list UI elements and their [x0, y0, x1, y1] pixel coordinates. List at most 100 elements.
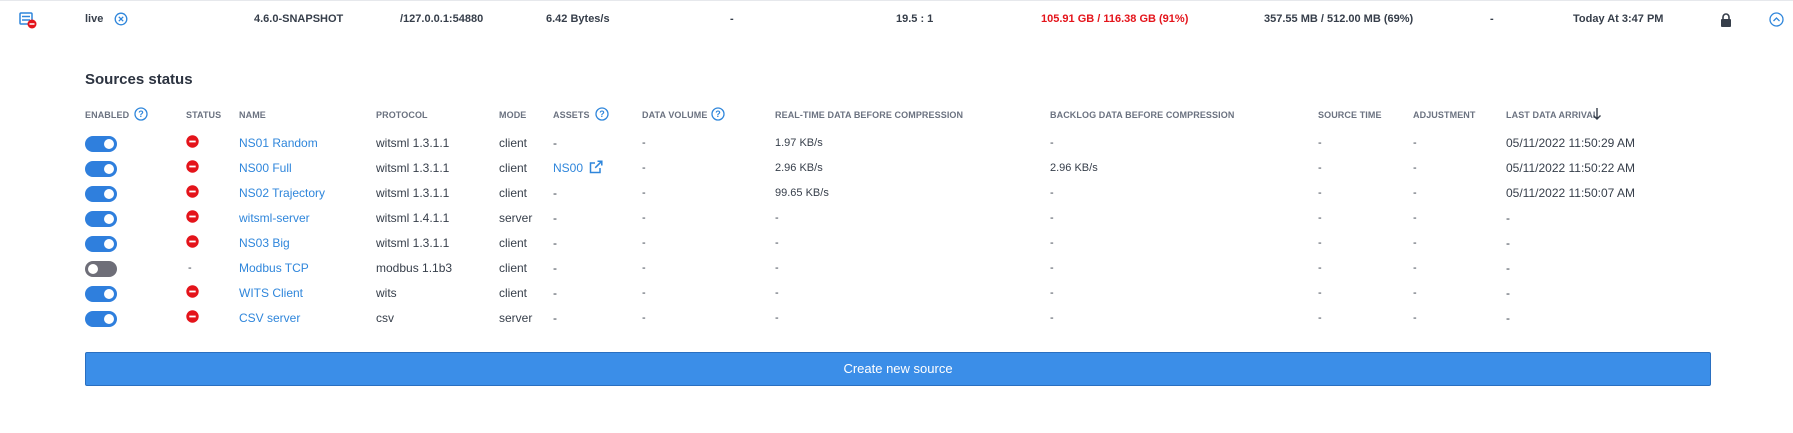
- svg-text:?: ?: [715, 109, 721, 119]
- arrow-down-icon[interactable]: [1592, 107, 1602, 121]
- summary-column-9: -: [1490, 13, 1494, 25]
- source-data-volume: -: [642, 162, 646, 174]
- col-header-data-volume: DATA VOLUME: [642, 110, 708, 120]
- source-name-link[interactable]: NS03 Big: [239, 236, 290, 250]
- svg-text:?: ?: [599, 109, 605, 119]
- source-adjustment: -: [1413, 312, 1417, 324]
- source-adjustment: -: [1413, 212, 1417, 224]
- source-name-link[interactable]: Modbus TCP: [239, 261, 309, 275]
- source-protocol: witsml 1.3.1.1: [376, 161, 450, 175]
- source-adjustment: -: [1413, 287, 1417, 299]
- source-mode: client: [499, 161, 528, 175]
- source-backlog: -: [1050, 237, 1054, 249]
- source-name-link[interactable]: NS00 Full: [239, 161, 292, 175]
- table-row: NS00 Full witsml 1.3.1.1 client NS00 - 2.96 K…: [0, 155, 1793, 180]
- source-last-arrival: -: [1506, 211, 1510, 225]
- source-backlog: -: [1050, 287, 1054, 299]
- source-protocol: csv: [376, 311, 394, 325]
- source-data-volume: -: [642, 187, 646, 199]
- source-assets[interactable]: NS00: [553, 161, 583, 175]
- source-backlog: -: [1050, 187, 1054, 199]
- enabled-toggle[interactable]: [85, 161, 117, 177]
- source-name-link[interactable]: CSV server: [239, 311, 300, 325]
- last-update: Today At 3:47 PM: [1573, 13, 1664, 25]
- enabled-toggle[interactable]: [85, 211, 117, 227]
- help-circle-icon[interactable]: ?: [711, 107, 725, 121]
- source-realtime: -: [775, 287, 779, 299]
- error-circle-icon: [186, 235, 199, 248]
- source-name-link[interactable]: NS02 Trajectory: [239, 186, 325, 200]
- table-row: NS01 Random witsml 1.3.1.1 client - - 1.97 KB…: [0, 130, 1793, 155]
- source-adjustment: -: [1413, 237, 1417, 249]
- source-last-arrival: -: [1506, 311, 1510, 325]
- external-link-icon[interactable]: [589, 160, 603, 174]
- source-time: -: [1318, 312, 1322, 324]
- toggle-knob: [104, 189, 114, 199]
- table-row: - Modbus TCP modbus 1.1b3 client - - - - - - -: [0, 255, 1793, 280]
- col-header-backlog: BACKLOG DATA BEFORE COMPRESSION: [1050, 110, 1235, 120]
- error-circle-icon: [186, 135, 199, 148]
- source-assets: -: [553, 186, 557, 200]
- server-version: 4.6.0-SNAPSHOT: [254, 13, 344, 25]
- source-data-volume: -: [642, 262, 646, 274]
- source-realtime: -: [775, 212, 779, 224]
- col-header-adjustment: ADJUSTMENT: [1413, 110, 1476, 120]
- source-adjustment: -: [1413, 162, 1417, 174]
- source-assets: -: [553, 211, 557, 225]
- source-last-arrival: -: [1506, 261, 1510, 275]
- toggle-knob: [88, 264, 98, 274]
- error-circle-icon: [186, 185, 199, 198]
- col-header-last-arrival[interactable]: LAST DATA ARRIVAL: [1506, 110, 1599, 120]
- source-time: -: [1318, 262, 1322, 274]
- col-header-enabled: ENABLED: [85, 110, 130, 120]
- server-error-icon[interactable]: [19, 12, 37, 29]
- source-realtime: -: [775, 262, 779, 274]
- enabled-toggle[interactable]: [85, 136, 117, 152]
- source-realtime: -: [775, 312, 779, 324]
- col-header-protocol: PROTOCOL: [376, 110, 428, 120]
- source-last-arrival: -: [1506, 236, 1510, 250]
- chevron-up-circle-icon[interactable]: [1769, 12, 1784, 27]
- source-assets: -: [553, 311, 557, 325]
- source-adjustment: -: [1413, 137, 1417, 149]
- memory-usage: 357.55 MB / 512.00 MB (69%): [1264, 13, 1414, 25]
- source-protocol: witsml 1.4.1.1: [376, 211, 450, 225]
- source-name-link[interactable]: WITS Client: [239, 286, 303, 300]
- enabled-toggle[interactable]: [85, 311, 117, 327]
- source-protocol: modbus 1.1b3: [376, 261, 453, 275]
- source-data-volume: -: [642, 287, 646, 299]
- toggle-knob: [104, 239, 114, 249]
- toggle-knob: [104, 214, 114, 224]
- enabled-toggle[interactable]: [85, 236, 117, 252]
- source-status: -: [188, 262, 192, 274]
- source-data-volume: -: [642, 312, 646, 324]
- toggle-knob: [104, 164, 114, 174]
- close-circle-icon[interactable]: [114, 12, 128, 26]
- source-time: -: [1318, 137, 1322, 149]
- source-realtime: 1.97 KB/s: [775, 137, 823, 149]
- enabled-toggle[interactable]: [85, 286, 117, 302]
- source-realtime: 2.96 KB/s: [775, 162, 823, 174]
- server-address: /127.0.0.1:54880: [400, 13, 484, 25]
- source-mode: client: [499, 136, 528, 150]
- create-new-source-button[interactable]: Create new source: [85, 352, 1711, 386]
- enabled-toggle[interactable]: [85, 186, 117, 202]
- col-header-status: STATUS: [186, 110, 222, 120]
- help-circle-icon[interactable]: ?: [134, 107, 148, 121]
- error-circle-icon: [186, 310, 199, 323]
- lock-icon[interactable]: [1720, 13, 1732, 27]
- source-name-link[interactable]: witsml-server: [239, 211, 310, 225]
- source-last-arrival: 05/11/2022 11:50:22 AM: [1506, 161, 1635, 175]
- source-mode: client: [499, 236, 528, 250]
- source-name-link[interactable]: NS01 Random: [239, 136, 318, 150]
- source-mode: client: [499, 286, 528, 300]
- disk-usage: 105.91 GB / 116.38 GB (91%): [1041, 13, 1189, 25]
- enabled-toggle[interactable]: [85, 261, 117, 277]
- error-circle-icon: [186, 210, 199, 223]
- error-circle-icon: [186, 160, 199, 173]
- source-adjustment: -: [1413, 187, 1417, 199]
- source-mode: client: [499, 261, 528, 275]
- source-realtime: 99.65 KB/s: [775, 187, 829, 199]
- col-header-name: NAME: [239, 110, 266, 120]
- help-circle-icon[interactable]: ?: [595, 107, 609, 121]
